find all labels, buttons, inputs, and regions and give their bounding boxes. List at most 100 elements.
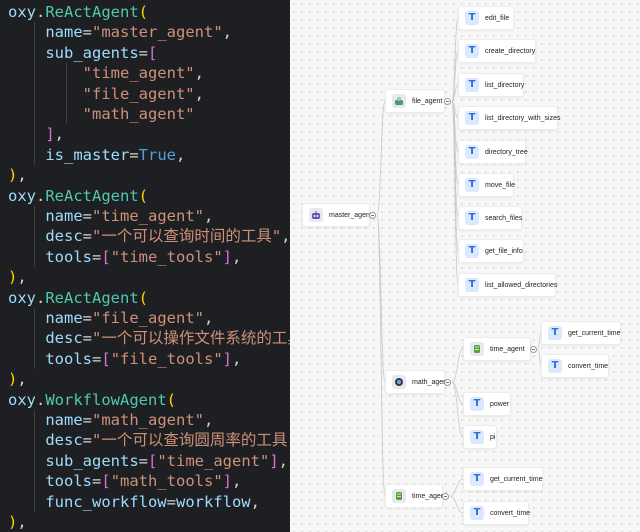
code-token: , <box>203 411 214 429</box>
code-line: ), <box>8 165 27 185</box>
node-label: pi <box>490 433 496 441</box>
tool-icon: T <box>465 78 479 92</box>
agent-node-math-time-agent[interactable]: time_agent <box>463 337 531 361</box>
code-token: ) <box>8 513 18 531</box>
node-label: convert_time <box>490 509 531 517</box>
agent-graph-canvas[interactable]: master_agent file_agent math_agent time_age… <box>290 0 640 532</box>
tool-icon: T <box>465 211 479 225</box>
code-token: = <box>92 349 102 368</box>
node-label: get_current_time <box>568 329 621 337</box>
tool-node-list-directory[interactable]: Tlist_directory <box>458 73 524 97</box>
code-token: tools <box>8 247 92 266</box>
graph-edge <box>449 478 464 497</box>
code-token: oxy <box>8 186 36 205</box>
code-line: is_master=True, <box>8 145 185 165</box>
code-token: ) <box>8 268 18 287</box>
tool-node-pi[interactable]: Tpi <box>463 425 497 449</box>
code-line: name="file_agent", <box>8 308 213 328</box>
code-token: "file_tools" <box>110 349 223 368</box>
code-token: = <box>92 472 102 491</box>
code-token: , <box>278 451 289 470</box>
code-line: "file_agent", <box>8 84 204 104</box>
node-label: get_file_info <box>485 247 523 255</box>
code-line: desc="一个可以操作文件系统的工具", <box>8 328 290 348</box>
code-token: , <box>54 125 65 144</box>
collapse-toggle-icon[interactable] <box>444 97 451 105</box>
agent-node-master-agent[interactable]: master_agent <box>302 203 372 227</box>
collapse-toggle-icon[interactable] <box>530 345 537 353</box>
collapse-toggle-icon[interactable] <box>444 378 451 386</box>
tool-node-edit-file[interactable]: Tedit_file <box>458 6 514 30</box>
node-label: list_allowed_directories <box>485 281 558 289</box>
code-token: True <box>138 145 176 164</box>
code-token: [ <box>148 451 158 470</box>
code-line: ), <box>8 369 27 389</box>
tool-node-move-file[interactable]: Tmove_file <box>458 173 515 197</box>
tool-node-time-get-current-time[interactable]: Tget_current_time <box>463 467 543 491</box>
tool-icon: T <box>465 278 479 292</box>
agent-node-math-agent[interactable]: math_agent <box>385 370 449 394</box>
code-line: tools=["time_tools"], <box>8 247 241 267</box>
code-line: oxy.ReActAgent( <box>8 186 148 206</box>
code-token: name <box>8 309 83 327</box>
code-token: tools <box>8 349 92 368</box>
tool-node-math-time-convert-time[interactable]: Tconvert_time <box>541 354 609 378</box>
tool-node-list-directory-with-sizes[interactable]: Tlist_directory_with_sizes <box>458 106 561 130</box>
graph-edge <box>451 381 464 438</box>
code-token: is_master <box>8 145 130 164</box>
tool-node-power[interactable]: Tpower <box>463 392 511 416</box>
time-agent-icon <box>470 342 484 356</box>
code-token: = <box>82 207 92 225</box>
code-token: ] <box>222 349 233 368</box>
code-line: ), <box>8 512 27 532</box>
collapse-toggle-icon[interactable] <box>442 492 449 500</box>
code-token: "file_agent" <box>8 84 195 103</box>
code-token: desc <box>8 431 83 450</box>
code-token: , <box>232 472 242 491</box>
node-label: edit_file <box>485 14 510 22</box>
code-token: WorkflowAgent <box>45 390 167 409</box>
code-token: , <box>17 513 27 531</box>
code-line: "time_agent", <box>8 63 204 83</box>
code-token: [ <box>101 349 111 368</box>
code-token: ] <box>222 247 233 266</box>
node-label: search_files <box>485 214 523 222</box>
code-token: . <box>36 3 46 21</box>
tool-node-math-time-get-current-time[interactable]: Tget_current_time <box>541 321 621 345</box>
code-token: "file_agent" <box>92 309 204 327</box>
code-token: "一个可以查询时间的工具" <box>92 227 282 246</box>
code-token: ] <box>222 472 233 491</box>
tool-icon: T <box>465 178 479 192</box>
tool-node-list-allowed-directories[interactable]: Tlist_allowed_directories <box>458 273 558 297</box>
tool-node-search-files[interactable]: Tsearch_files <box>458 206 522 230</box>
code-token: oxy <box>8 390 36 409</box>
code-token: "time_agent" <box>8 64 195 83</box>
code-line: name="time_agent", <box>8 206 213 226</box>
time-agent-icon <box>392 489 406 503</box>
collapse-toggle-icon[interactable] <box>369 211 376 219</box>
agent-node-file-agent[interactable]: file_agent <box>385 89 445 113</box>
code-token: func_workflow <box>8 492 167 511</box>
code-token: "math_agent" <box>92 411 204 429</box>
code-token: ( <box>166 390 177 409</box>
code-token: , <box>203 309 214 327</box>
node-label: list_directory_with_sizes <box>485 114 561 122</box>
node-label: directory_tree <box>485 148 528 156</box>
node-label: power <box>490 400 510 408</box>
code-line: oxy.ReActAgent( <box>8 288 148 308</box>
tool-node-get-file-info[interactable]: Tget_file_info <box>458 239 524 263</box>
tool-icon: T <box>465 11 479 25</box>
code-token: ) <box>8 166 18 185</box>
tool-node-directory-tree[interactable]: Tdirectory_tree <box>458 140 528 164</box>
code-token: "time_agent" <box>92 207 204 225</box>
code-token: = <box>82 431 92 450</box>
agent-node-time-agent[interactable]: time_agent <box>385 484 447 508</box>
code-token: ReActAgent <box>45 3 139 21</box>
node-label: file_agent <box>412 97 443 105</box>
code-token: ReActAgent <box>45 288 139 307</box>
tool-node-time-convert-time[interactable]: Tconvert_time <box>463 501 531 525</box>
tool-node-create-directory[interactable]: Tcreate_directory <box>458 39 536 63</box>
code-line: desc="一个可以查询时间的工具", <box>8 226 290 246</box>
code-line: name="math_agent", <box>8 410 213 430</box>
file-agent-icon <box>392 94 406 108</box>
